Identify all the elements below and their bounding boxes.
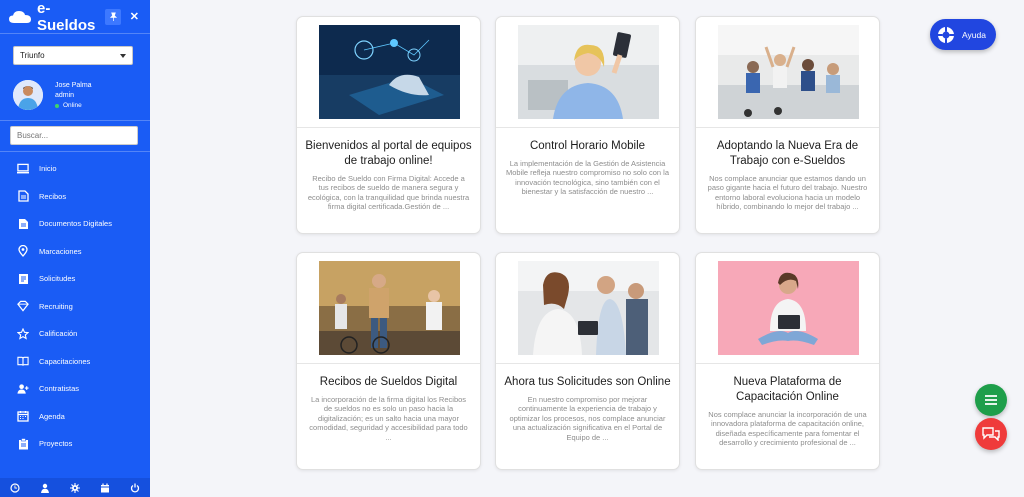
card-divider xyxy=(496,363,679,364)
news-card[interactable]: Bienvenidos al portal de equipos de trab… xyxy=(296,16,481,234)
news-card[interactable]: Recibos de Sueldos Digital La incorporac… xyxy=(296,252,481,470)
app-logo[interactable]: e-Sueldos xyxy=(37,0,105,34)
help-button[interactable]: Ayuda xyxy=(930,19,996,50)
card-title[interactable]: Recibos de Sueldos Digital xyxy=(305,375,472,390)
card-title[interactable]: Adoptando la Nueva Era de Trabajo con e-… xyxy=(704,139,871,169)
menu-fab-button[interactable] xyxy=(975,384,1007,416)
user-role: admin xyxy=(55,92,75,99)
card-image xyxy=(518,25,659,119)
card-title[interactable]: Nueva Plataforma de Capacitación Online xyxy=(704,375,871,405)
avatar[interactable] xyxy=(13,80,43,110)
sidebar-item-label: Proyectos xyxy=(39,439,73,449)
sidebar-item-label: Recibos xyxy=(39,191,67,201)
sidebar-item-label: Solicitudes xyxy=(39,274,76,284)
sidebar-nav: Inicio Recibos Documentos Digitales Marc… xyxy=(0,155,150,458)
user-plus-icon xyxy=(17,383,29,395)
sidebar-item-recibos[interactable]: Recibos xyxy=(0,183,150,211)
document-icon xyxy=(17,190,29,202)
card-image xyxy=(718,261,859,355)
gear-icon[interactable] xyxy=(70,482,80,493)
card-image xyxy=(518,261,659,355)
card-excerpt: En nuestro compromiso por mejorar contin… xyxy=(509,395,666,442)
card-title[interactable]: Bienvenidos al portal de equipos de trab… xyxy=(305,139,472,169)
sidebar-item-label: Recruiting xyxy=(39,301,73,311)
diamond-icon xyxy=(17,300,29,312)
close-sidebar-button[interactable]: ✕ xyxy=(127,9,142,25)
company-select[interactable]: Triunfo xyxy=(13,46,133,65)
user-panel: Jose Palma admin Online xyxy=(13,80,143,114)
user-icon[interactable] xyxy=(40,483,50,493)
documents-icon xyxy=(17,218,29,230)
card-title[interactable]: Control Horario Mobile xyxy=(504,139,671,154)
divider xyxy=(0,151,150,152)
card-divider xyxy=(696,363,879,364)
search-input[interactable] xyxy=(10,126,138,145)
sidebar-item-label: Capacitaciones xyxy=(39,356,91,366)
sidebar-item-agenda[interactable]: Agenda xyxy=(0,403,150,431)
news-card[interactable]: Nueva Plataforma de Capacitación Online … xyxy=(695,252,880,470)
sidebar-item-inicio[interactable]: Inicio xyxy=(0,155,150,183)
book-icon xyxy=(17,355,29,367)
sidebar: e-Sueldos ✕ Triunfo Jose Palma admin Onl… xyxy=(0,0,150,497)
sidebar-item-contratistas[interactable]: Contratistas xyxy=(0,375,150,403)
sidebar-item-label: Contratistas xyxy=(39,384,80,394)
card-divider xyxy=(297,127,480,128)
monitor-icon xyxy=(17,163,29,175)
user-status: Online xyxy=(55,102,82,109)
list-document-icon xyxy=(17,273,29,285)
power-icon[interactable] xyxy=(130,483,140,493)
card-image xyxy=(319,25,460,119)
sidebar-item-label: Calificación xyxy=(39,329,78,339)
company-select-value: Triunfo xyxy=(20,51,45,60)
sidebar-item-calificacion[interactable]: Calificación xyxy=(0,320,150,348)
card-image xyxy=(319,261,460,355)
pin-sidebar-button[interactable] xyxy=(105,8,121,25)
chat-bubbles-icon xyxy=(982,427,1000,441)
chevron-down-icon xyxy=(120,54,126,58)
sidebar-footer xyxy=(0,478,150,497)
sidebar-item-capacitaciones[interactable]: Capacitaciones xyxy=(0,348,150,376)
map-pin-icon xyxy=(17,245,29,258)
sidebar-item-label: Agenda xyxy=(39,411,65,421)
card-excerpt: Nos complace anunciar que estamos dando … xyxy=(707,174,868,212)
brand-bar: e-Sueldos ✕ xyxy=(0,0,150,34)
news-card[interactable]: Ahora tus Solicitudes son Online En nues… xyxy=(495,252,680,470)
calendar-icon xyxy=(17,410,29,422)
clipboard-icon xyxy=(17,437,29,450)
calendar-icon[interactable] xyxy=(100,483,110,493)
sidebar-item-marcaciones[interactable]: Marcaciones xyxy=(0,238,150,266)
pin-icon xyxy=(109,12,117,21)
sidebar-item-label: Marcaciones xyxy=(39,246,82,256)
cloud-logo-icon xyxy=(8,10,32,24)
star-icon xyxy=(17,327,29,340)
sidebar-item-documentos-digitales[interactable]: Documentos Digitales xyxy=(0,210,150,238)
user-name: Jose Palma xyxy=(55,82,92,89)
chat-fab-button[interactable] xyxy=(975,418,1007,450)
help-button-label: Ayuda xyxy=(962,29,986,40)
user-status-label: Online xyxy=(63,102,82,109)
card-divider xyxy=(297,363,480,364)
card-excerpt: Nos complace anunciar la incorporación d… xyxy=(708,410,867,448)
card-excerpt: La incorporación de la firma digital los… xyxy=(309,395,468,442)
sidebar-item-label: Inicio xyxy=(39,164,57,174)
card-divider xyxy=(496,127,679,128)
lifebuoy-icon xyxy=(936,25,956,45)
divider xyxy=(0,120,150,121)
card-excerpt: Recibo de Sueldo con Firma Digital: Acce… xyxy=(307,174,470,212)
card-excerpt: La implementación de la Gestión de Asist… xyxy=(506,159,669,197)
close-icon: ✕ xyxy=(129,11,139,23)
card-divider xyxy=(696,127,879,128)
card-image xyxy=(718,25,859,119)
news-card[interactable]: Control Horario Mobile La implementación… xyxy=(495,16,680,234)
sidebar-item-recruiting[interactable]: Recruiting xyxy=(0,293,150,321)
card-title[interactable]: Ahora tus Solicitudes son Online xyxy=(504,375,671,390)
hamburger-menu-icon xyxy=(985,395,997,405)
sidebar-item-solicitudes[interactable]: Solicitudes xyxy=(0,265,150,293)
sidebar-item-label: Documentos Digitales xyxy=(39,219,112,229)
clock-icon[interactable] xyxy=(10,482,20,493)
online-status-dot xyxy=(55,103,59,108)
sidebar-item-proyectos[interactable]: Proyectos xyxy=(0,430,150,458)
news-card[interactable]: Adoptando la Nueva Era de Trabajo con e-… xyxy=(695,16,880,234)
